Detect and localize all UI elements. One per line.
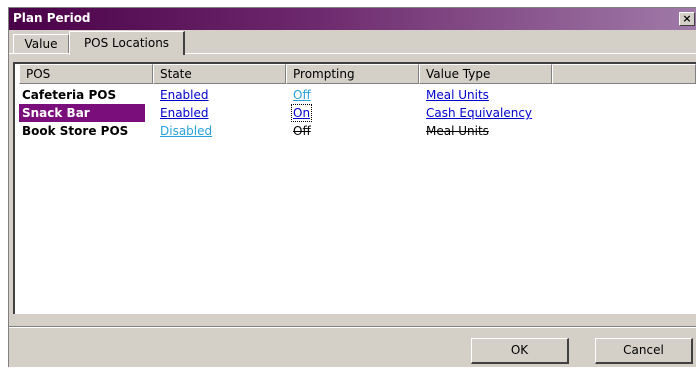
pos-locations-panel: POS State Prompting Value Type Cafeteria… bbox=[9, 53, 696, 324]
prompting-link[interactable]: On bbox=[291, 104, 313, 122]
value-type-link[interactable]: Meal Units bbox=[426, 86, 489, 104]
button-bar: OK Cancel bbox=[9, 326, 696, 369]
tab-value[interactable]: Value bbox=[13, 34, 69, 54]
ok-label: OK bbox=[510, 343, 529, 357]
close-button[interactable]: × bbox=[679, 12, 695, 26]
pos-name: Snack Bar bbox=[19, 104, 145, 122]
column-header-pos[interactable]: POS bbox=[19, 64, 153, 84]
close-icon: × bbox=[682, 12, 692, 25]
value-type-value: Meal Units bbox=[426, 124, 489, 138]
divider bbox=[9, 327, 696, 328]
pos-list-view[interactable]: POS State Prompting Value Type Cafeteria… bbox=[13, 62, 696, 314]
prompting-link[interactable]: Off bbox=[293, 86, 311, 104]
title-bar[interactable]: Plan Period × bbox=[9, 8, 696, 30]
column-header-value-type[interactable]: Value Type bbox=[419, 64, 552, 84]
prompting-value: Off bbox=[293, 124, 311, 138]
table-row[interactable]: Snack Bar Enabled On Cash Equivalency bbox=[15, 104, 696, 122]
cancel-button[interactable]: Cancel bbox=[595, 338, 693, 364]
window-title: Plan Period bbox=[13, 11, 91, 25]
state-link[interactable]: Enabled bbox=[160, 86, 209, 104]
column-header-state[interactable]: State bbox=[153, 64, 286, 84]
state-link[interactable]: Disabled bbox=[160, 122, 212, 140]
pos-name: Cafeteria POS bbox=[22, 88, 117, 102]
tab-strip: Value POS Locations bbox=[9, 30, 696, 55]
plan-period-dialog: Plan Period × Value POS Locations POS St… bbox=[8, 7, 696, 367]
column-header-blank bbox=[552, 64, 696, 84]
tab-pos-locations[interactable]: POS Locations bbox=[69, 31, 185, 55]
pos-name: Book Store POS bbox=[22, 124, 129, 138]
table-row[interactable]: Cafeteria POS Enabled Off Meal Units bbox=[15, 86, 696, 104]
column-header-prompting[interactable]: Prompting bbox=[286, 64, 419, 84]
table-row[interactable]: Book Store POS Disabled Off Meal Units bbox=[15, 122, 696, 140]
ok-button[interactable]: OK bbox=[471, 338, 569, 364]
cancel-label: Cancel bbox=[623, 343, 664, 357]
state-link[interactable]: Enabled bbox=[160, 104, 209, 122]
value-type-link[interactable]: Cash Equivalency bbox=[426, 104, 532, 122]
